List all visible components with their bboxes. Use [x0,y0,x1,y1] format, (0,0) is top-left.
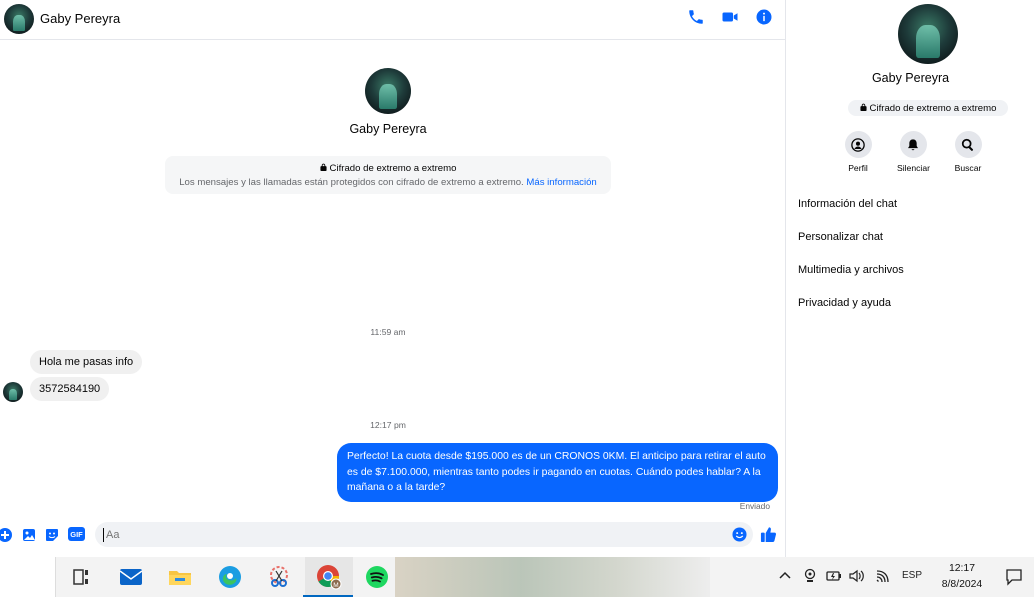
search-icon[interactable] [954,131,982,158]
timestamp-2: 12:17 pm [370,420,406,430]
incoming-message-2[interactable]: 3572584190 [30,377,110,401]
contact-avatar[interactable] [4,4,34,34]
mail-icon[interactable] [117,563,145,591]
lock-icon [319,163,327,174]
menu-media-files[interactable]: Multimedia y archivos [798,264,904,276]
taskbar: M ESP 12:17 8/8/2024 [0,557,1034,597]
intro-avatar[interactable] [365,68,411,114]
mute-button[interactable]: Silenciar [897,131,930,173]
taskbar-search-box[interactable] [0,557,56,597]
conversation-intro: Gaby Pereyra [0,68,776,136]
intro-name: Gaby Pereyra [349,122,427,136]
clock-time: 12:17 [948,563,975,574]
menu-customize-chat[interactable]: Personalizar chat [798,231,883,243]
encryption-title-text: Cifrado de extremo a extremo [329,163,457,174]
sidebar-avatar[interactable] [898,4,958,64]
image-icon[interactable] [22,528,36,542]
mute-label: Silenciar [897,163,930,173]
message-input-container[interactable] [95,522,753,547]
language-indicator[interactable]: ESP [902,570,922,581]
snipping-tool-icon[interactable] [265,563,293,591]
encryption-title: Cifrado de extremo a extremo [165,163,611,174]
header-actions [686,7,774,27]
battery-icon[interactable] [824,568,842,587]
message-input[interactable] [103,528,723,542]
encryption-description-text: Los mensajes y las llamadas están proteg… [179,177,524,188]
message-status: Enviado [739,501,770,511]
chat-header: Gaby Pereyra [0,0,786,40]
encryption-description: Los mensajes y las llamadas están proteg… [165,177,611,188]
video-icon[interactable] [720,7,740,27]
plus-icon[interactable] [0,528,12,542]
message-avatar[interactable] [3,382,23,402]
clock-date: 8/8/2024 [941,579,983,590]
emoji-icon[interactable] [732,527,747,542]
notifications-icon[interactable] [1005,568,1023,589]
spotify-icon[interactable] [363,563,391,591]
chat-panel: Gaby Pereyra Gaby Pereyra Cifrado de ext [0,0,786,557]
wifi-icon[interactable] [874,568,892,587]
incoming-message-1[interactable]: Hola me pasas info [30,350,143,374]
edge-icon[interactable] [216,563,244,591]
more-info-link[interactable]: Más información [526,177,596,188]
bell-icon[interactable] [899,131,927,158]
search-label: Buscar [954,163,982,173]
chevron-up-icon[interactable] [778,568,792,585]
profile-icon[interactable] [844,131,872,158]
sidebar-name: Gaby Pereyra [871,71,950,85]
system-clock[interactable]: 12:17 8/8/2024 [933,561,991,593]
outgoing-message-1[interactable]: Perfecto! La cuota desde $195.000 es de … [337,443,778,502]
profile-label: Perfil [848,163,868,173]
chrome-icon[interactable]: M [303,563,353,597]
taskbar-background [395,557,710,597]
info-sidebar: Gaby Pereyra Cifrado de extremo a extrem… [787,0,1034,557]
webcam-icon[interactable] [802,568,818,587]
like-icon[interactable] [760,526,777,543]
messenger-window: Gaby Pereyra Gaby Pereyra Cifrado de ext [0,0,1034,557]
profile-button[interactable]: Perfil [843,131,873,173]
search-button[interactable]: Buscar [953,131,983,173]
timestamp-1: 11:59 am [370,327,406,337]
sidebar-actions: Perfil Silenciar Buscar [843,131,983,173]
menu-chat-info[interactable]: Información del chat [798,198,897,210]
gif-icon[interactable]: GIF [68,527,85,541]
phone-icon[interactable] [686,7,706,27]
task-view-icon[interactable] [67,563,95,591]
sidebar-lock-icon [859,103,867,114]
menu-privacy-help[interactable]: Privacidad y ayuda [798,297,891,309]
composer: GIF [0,519,786,551]
volume-icon[interactable] [848,568,866,587]
svg-text:M: M [333,582,338,589]
contact-name[interactable]: Gaby Pereyra [40,11,120,26]
sidebar-encryption-badge: Cifrado de extremo a extremo [848,100,1008,116]
encryption-notice: Cifrado de extremo a extremo Los mensaje… [165,156,611,194]
sticker-icon[interactable] [45,528,59,542]
sidebar-encryption-text: Cifrado de extremo a extremo [869,102,997,114]
file-explorer-icon[interactable] [166,563,194,591]
info-icon[interactable] [754,7,774,27]
